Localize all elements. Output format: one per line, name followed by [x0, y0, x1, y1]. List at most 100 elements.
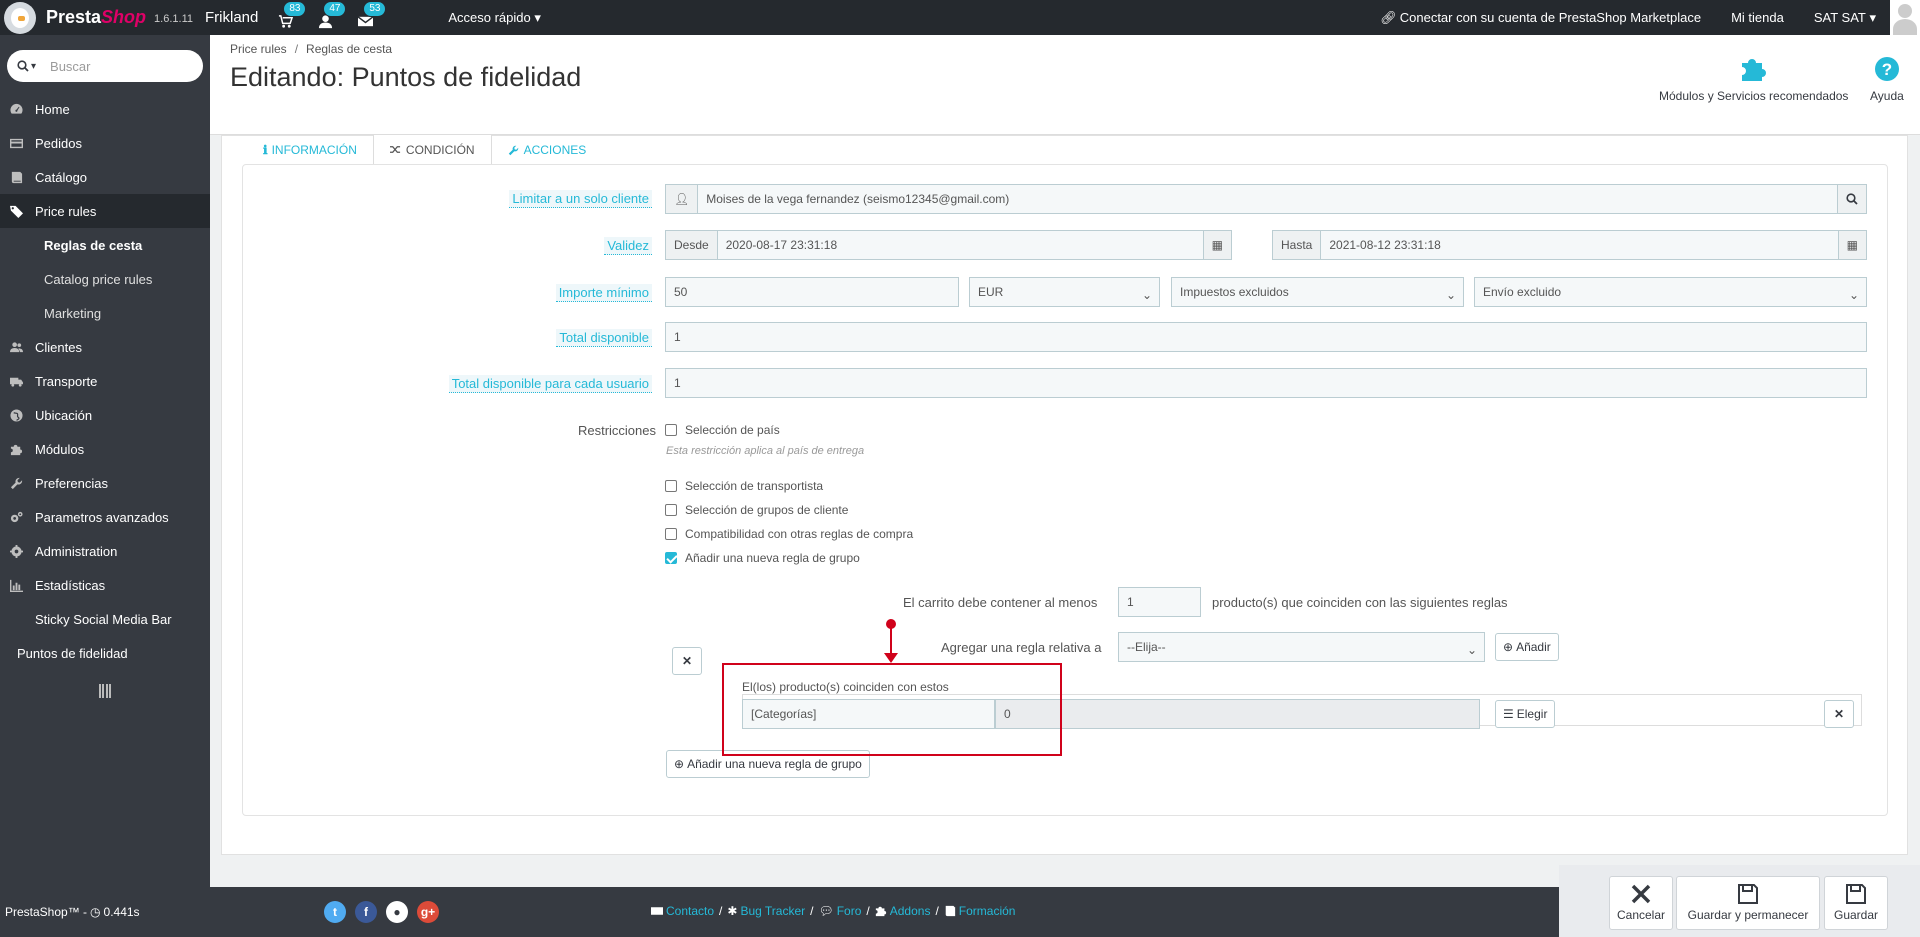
date-from-field[interactable]: Desde 2020-08-17 23:31:18 ▦ [665, 230, 1232, 260]
sidebar-item-home[interactable]: Home [0, 92, 210, 126]
github-icon[interactable]: ● [386, 901, 408, 923]
sidebar-item-preferences[interactable]: Preferencias [0, 466, 210, 500]
tab-conditions[interactable]: CONDICIÓN [372, 134, 492, 165]
shop-name[interactable]: Frikland [205, 9, 258, 26]
my-shop-link[interactable]: Mi tienda [1731, 10, 1784, 25]
quick-access-menu[interactable]: Acceso rápido ▾ [448, 10, 541, 26]
tab-actions[interactable]: ACCIONES [492, 136, 603, 164]
remove-rule-button[interactable]: ✕ [1824, 700, 1854, 728]
plus-circle-icon: ⊕ [674, 757, 685, 771]
contact-link[interactable]: Contacto [651, 904, 714, 918]
breadcrumb: Price rules / Reglas de cesta [230, 42, 393, 56]
search-box[interactable]: ▾ Buscar [7, 50, 203, 82]
users-icon [8, 340, 24, 354]
orders-notification[interactable]: 83 [274, 0, 307, 29]
top-bar: PrestaShop 1.6.1.11 Frikland 83 47 53 Ac… [0, 0, 1920, 35]
tab-information[interactable]: ℹ INFORMACIÓN [247, 136, 373, 164]
puzzle-icon [875, 906, 886, 917]
sidebar-item-price-rules[interactable]: Price rules [0, 194, 210, 228]
group-restriction-checkbox[interactable]: Selección de grupos de cliente [665, 503, 848, 517]
sidebar-subitem-marketing[interactable]: Marketing [0, 296, 210, 330]
google-plus-icon[interactable]: g+ [417, 901, 439, 923]
total-per-user-input[interactable]: 1 [665, 368, 1867, 398]
breadcrumb-item[interactable]: Reglas de cesta [306, 42, 392, 56]
chevron-down-icon: ⌄ [1141, 288, 1152, 302]
sidebar-item-administration[interactable]: Administration [0, 534, 210, 568]
currency-select[interactable]: EUR ⌄ [969, 277, 1160, 307]
product-restriction-checkbox[interactable]: Añadir una nueva regla de grupo [665, 551, 860, 565]
cancel-button[interactable]: Cancelar [1609, 876, 1673, 930]
sidebar-item-shipping[interactable]: Transporte [0, 364, 210, 398]
user-menu[interactable]: SAT SAT ▾ [1814, 10, 1876, 26]
help-button[interactable]: ? Ayuda [1870, 55, 1904, 103]
minimum-amount-input[interactable]: 50 [665, 277, 959, 307]
recommended-modules-button[interactable]: Módulos y Servicios recomendados [1659, 55, 1848, 103]
marketplace-link[interactable]: 🔗︎ Conectar con su cuenta de PrestaShop M… [1380, 10, 1701, 26]
chevron-down-icon: ⌄ [1466, 643, 1477, 657]
customer-field[interactable]: 👤︎ Moises de la vega fernandez (seismo12… [665, 184, 1867, 214]
sidebar-item-modules[interactable]: Módulos [0, 432, 210, 466]
save-button[interactable]: Guardar [1824, 876, 1888, 930]
breadcrumb-item[interactable]: Price rules [230, 42, 287, 56]
customers-notification[interactable]: 47 [314, 0, 347, 29]
sidebar-item-localization[interactable]: Ubicación [0, 398, 210, 432]
search-icon[interactable] [1837, 185, 1866, 213]
collapse-menu-icon[interactable] [99, 684, 111, 698]
shipping-select[interactable]: Envío excluido ⌄ [1474, 277, 1867, 307]
limit-customer-label: Limitar a un solo cliente [420, 190, 652, 208]
sidebar-subitem-catalog-price-rules[interactable]: Catalog price rules [0, 262, 210, 296]
page-title: Editando: Puntos de fidelidad [230, 62, 582, 92]
addons-link[interactable]: Addons [875, 904, 930, 918]
forum-link[interactable]: 💬︎ Foro [818, 904, 861, 918]
messages-notification[interactable]: 53 [354, 0, 387, 29]
bug-tracker-link[interactable]: ✱ Bug Tracker [727, 904, 805, 918]
sidebar-item-advanced-parameters[interactable]: Parametros avanzados [0, 500, 210, 534]
sidebar-item-orders[interactable]: Pedidos [0, 126, 210, 160]
compatibility-checkbox[interactable]: Compatibilidad con otras reglas de compr… [665, 527, 913, 541]
twitter-icon[interactable]: t [324, 901, 346, 923]
chevron-down-icon: ⌄ [1848, 288, 1859, 302]
prestashop-logo[interactable]: PrestaShop 1.6.1.11 [4, 1, 193, 34]
save-icon [1738, 884, 1758, 904]
bug-icon: ✱ [727, 904, 738, 918]
sidebar: ▾ Buscar Home Pedidos Catálogo Price rul… [0, 35, 210, 937]
comments-icon: 💬︎ [818, 904, 834, 918]
close-icon: ✕ [681, 654, 693, 668]
country-restriction-checkbox[interactable]: Selección de país [665, 423, 780, 437]
calendar-icon[interactable]: ▦ [1202, 231, 1231, 259]
category-count-field: 0 [995, 699, 1480, 729]
search-input[interactable]: Buscar [50, 59, 90, 74]
sidebar-item-loyalty-points[interactable]: Puntos de fidelidad [0, 636, 210, 670]
save-and-stay-button[interactable]: Guardar y permanecer [1676, 876, 1820, 930]
sidebar-subitem-cart-rules[interactable]: Reglas de cesta [0, 228, 210, 262]
avatar[interactable] [1890, 0, 1920, 35]
product-quantity-input[interactable]: 1 [1118, 587, 1201, 617]
carrier-restriction-checkbox[interactable]: Selección de transportista [665, 479, 823, 493]
rule-type-select[interactable]: --Elija-- ⌄ [1118, 632, 1485, 662]
calendar-icon[interactable]: ▦ [1837, 231, 1866, 259]
book-icon [945, 905, 955, 917]
date-to-field[interactable]: Hasta 2021-08-12 23:31:18 ▦ [1272, 230, 1867, 260]
plus-circle-icon: ⊕ [1503, 640, 1514, 654]
training-link[interactable]: Formación [944, 904, 1015, 918]
envelope-icon [651, 907, 663, 915]
annotation-highlight-box [722, 663, 1062, 756]
sidebar-item-customers[interactable]: Clientes [0, 330, 210, 364]
caret-down-icon: ▾ [534, 9, 541, 25]
puzzle-icon [8, 442, 24, 456]
choose-categories-button[interactable]: ☰ Elegir [1495, 700, 1556, 728]
search-icon[interactable]: ▾ [17, 60, 36, 72]
tax-select[interactable]: Impuestos excluidos ⌄ [1171, 277, 1464, 307]
dashboard-icon [8, 102, 24, 116]
total-available-input[interactable]: 1 [665, 322, 1867, 352]
sidebar-item-stats[interactable]: Estadísticas [0, 568, 210, 602]
minimum-amount-label: Importe mínimo [420, 284, 652, 302]
link-icon: 🔗︎ [1380, 9, 1397, 25]
sidebar-item-catalog[interactable]: Catálogo [0, 160, 210, 194]
remove-group-button[interactable]: ✕ [672, 647, 702, 675]
add-rule-button[interactable]: ⊕ Añadir [1495, 633, 1559, 661]
tab-bar: ℹ INFORMACIÓN CONDICIÓN ACCIONES [247, 134, 603, 165]
wrench-icon [508, 145, 518, 155]
facebook-icon[interactable]: f [355, 901, 377, 923]
sidebar-item-sticky-social[interactable]: Sticky Social Media Bar [0, 602, 210, 636]
